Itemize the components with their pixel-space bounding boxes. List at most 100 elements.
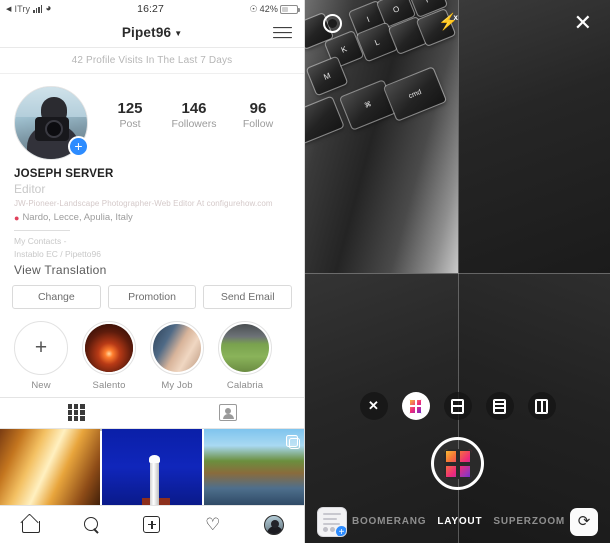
carrier-label: ITry (14, 4, 31, 14)
layout-close-button[interactable]: ✕ (359, 392, 388, 420)
plus-icon: + (34, 336, 48, 359)
tab-grid[interactable] (0, 398, 152, 428)
nav-home[interactable] (0, 517, 61, 533)
activity-heart-icon: ♡ (205, 515, 221, 534)
camera-flip-button[interactable]: ⟳ (570, 507, 598, 536)
mode-superzoom[interactable]: SUPERZOOM (493, 516, 565, 527)
highlight-label: Salento (92, 379, 126, 391)
shutter-area (305, 437, 610, 490)
mode-layout[interactable]: LAYOUT (437, 516, 482, 527)
send-email-button[interactable]: Send Email (203, 284, 293, 309)
tab-tagged[interactable] (152, 398, 304, 428)
profile-bio: JOSEPH SERVER Editor JW-Pioneer-Landscap… (0, 164, 304, 277)
layout-grid-divider-horizontal (305, 272, 610, 274)
profile-display-name: JOSEPH SERVER (14, 168, 114, 180)
mode-boomerang[interactable]: BOOMERANG (352, 516, 426, 527)
stat-value: 146 (181, 100, 207, 117)
profile-top-nav: Pipet96 ▼ (0, 18, 304, 48)
highlight-cover (85, 323, 133, 372)
back-caret-icon: ◀ (6, 6, 12, 13)
change-button[interactable]: Change (12, 284, 101, 309)
nav-add-post[interactable] (122, 516, 183, 533)
highlight-salento[interactable]: Salento (82, 320, 136, 391)
profile-category: Editor (14, 182, 46, 196)
highlight-cover (221, 323, 269, 372)
avatar-with-add-badge[interactable]: + (14, 86, 89, 160)
mode-labels: BOOMERANG LAYOUT SUPERZOOM (347, 516, 570, 527)
table-row[interactable] (0, 428, 101, 505)
highlight-calabria[interactable]: Calabria (218, 320, 272, 391)
bio-divider (14, 230, 70, 231)
instagram-story-camera-layout-mode: K I O P L M ⌘ cmd ⚡ x ✕ (305, 0, 610, 543)
highlight-ring: + (14, 320, 68, 375)
photo-grid (0, 428, 304, 505)
stat-label: Followers (171, 118, 217, 130)
flash-off-icon[interactable]: ⚡ x (438, 13, 458, 33)
grid-icon (67, 404, 85, 421)
home-icon (22, 517, 41, 533)
highlight-label: New (31, 379, 51, 391)
stat-label: Follow (242, 118, 274, 130)
profile-visits-banner[interactable]: 42 Profile Visits In The Last 7 Days (0, 48, 304, 74)
layout-grid-icon (443, 448, 472, 479)
layout-grid-2x2-option[interactable] (401, 392, 430, 420)
username-switcher[interactable]: Pipet96 ▼ (122, 25, 182, 40)
nav-profile[interactable] (243, 514, 304, 535)
multi-photo-icon (285, 434, 301, 449)
table-row[interactable] (203, 428, 304, 505)
tagged-person-icon (219, 404, 237, 421)
story-highlights: + New Salento My Job Calabria (0, 309, 304, 397)
status-bar-right: ☉ 42% (249, 3, 300, 15)
camera-mode-bar: + BOOMERANG LAYOUT SUPERZOOM ⟳ (305, 500, 610, 543)
stat-posts[interactable]: 125 Post (98, 100, 162, 130)
add-post-icon (143, 516, 161, 533)
gear-icon[interactable] (323, 13, 342, 33)
highlight-ring (82, 320, 136, 375)
close-icon[interactable]: ✕ (574, 12, 592, 34)
grid-2x1-icon (535, 398, 548, 414)
nav-activity[interactable]: ♡ (182, 516, 243, 533)
layout-grid-1x3-option[interactable] (485, 392, 514, 420)
stat-label: Post (119, 118, 141, 130)
instagram-profile-screen: ◀ ITry ◕ 16:27 ☉ 42% Pipet96 ▼ 42 Profil… (0, 0, 305, 543)
profile-description: JW-Pioneer-Landscape Photographer-Web Ed… (14, 199, 273, 208)
highlight-cover (153, 323, 201, 372)
profile-tabs (0, 396, 304, 429)
camera-top-bar: ⚡ x ✕ (305, 0, 610, 46)
battery-percent-label: 42% (259, 4, 278, 14)
profile-avatar-icon (263, 514, 284, 535)
view-translation-link[interactable]: View Translation (14, 263, 290, 277)
profile-header-row: + 125 Post 146 Followers 96 Follow (0, 74, 304, 164)
highlight-label: Calabria (226, 379, 264, 391)
layout-options-row: ✕ (305, 392, 610, 420)
profile-location[interactable]: ● Nardo, Lecce, Apulia, Italy (14, 212, 290, 223)
nav-search[interactable] (61, 517, 122, 532)
layout-grid-2x1-option[interactable] (527, 392, 556, 420)
profile-action-buttons: Change Promotion Send Email (0, 277, 304, 309)
contacts-line-2: Instablo EC / Pipetto96 (14, 248, 101, 259)
alarm-icon: ☉ (249, 3, 258, 14)
highlight-ring (218, 320, 272, 375)
highlight-new[interactable]: + New (14, 320, 68, 391)
layout-grid-1x2-option[interactable] (443, 392, 472, 420)
highlight-label: My Job (161, 379, 193, 391)
status-bar: ◀ ITry ◕ 16:27 ☉ 42% (0, 0, 304, 18)
stat-following[interactable]: 96 Follow (226, 100, 290, 130)
hamburger-menu-icon[interactable] (273, 26, 292, 39)
stat-value: 96 (249, 100, 267, 117)
grid-1x2-icon (451, 398, 464, 414)
grid-1x3-icon (493, 398, 506, 414)
gallery-thumbnail[interactable]: + (317, 506, 347, 537)
contacts-line-1: My Contacts - (14, 236, 67, 246)
signal-bars-icon (33, 5, 43, 13)
table-row[interactable] (101, 428, 203, 505)
add-story-badge[interactable]: + (68, 136, 89, 157)
gallery-add-badge[interactable]: + (335, 524, 346, 536)
layout-shutter-button[interactable] (431, 437, 484, 490)
promotion-button[interactable]: Promotion (107, 284, 197, 309)
profile-stats: 125 Post 146 Followers 96 Follow (88, 86, 290, 130)
highlight-my-job[interactable]: My Job (150, 320, 204, 391)
chevron-down-icon: ▼ (174, 29, 183, 38)
search-icon (83, 517, 99, 532)
stat-followers[interactable]: 146 Followers (162, 100, 226, 130)
